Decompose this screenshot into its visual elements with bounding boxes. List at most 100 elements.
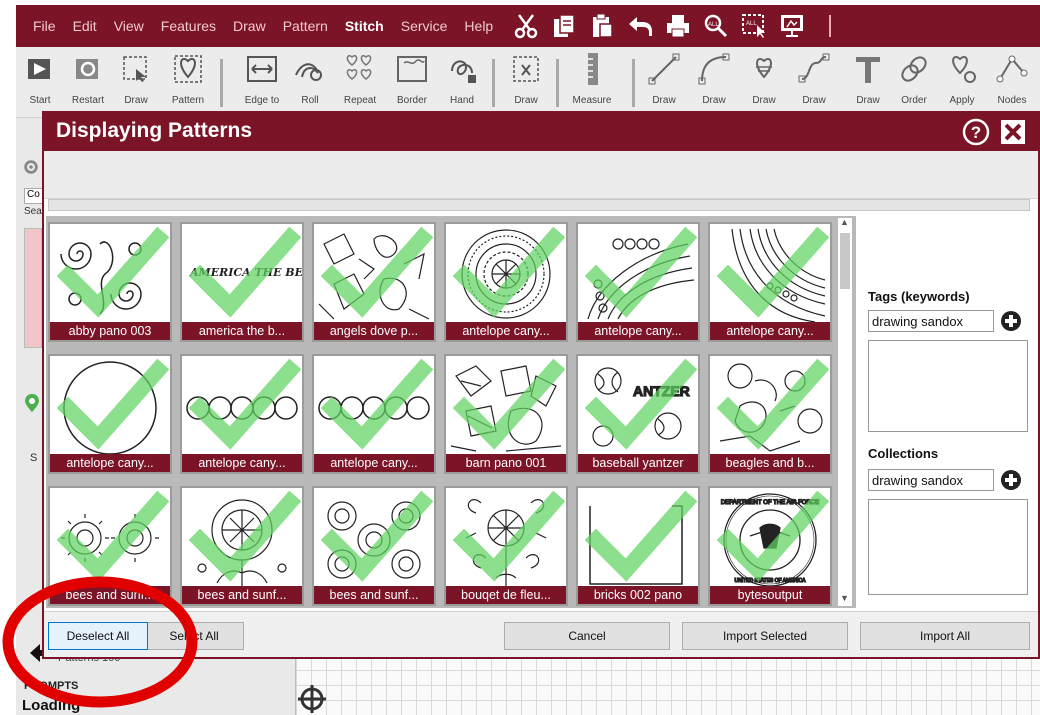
menu-item-pattern[interactable]: Pattern bbox=[283, 18, 328, 34]
pattern-tile[interactable]: antelope cany... bbox=[312, 354, 436, 474]
pattern-tile[interactable]: antelope cany... bbox=[444, 222, 568, 342]
pattern-tile-label: antelope cany... bbox=[50, 454, 170, 472]
pattern-tile[interactable]: AMERICA THE BEAUTIFUL america the b... bbox=[180, 222, 304, 342]
pattern-tile-label: angels dove p... bbox=[314, 322, 434, 340]
help-icon[interactable]: ? bbox=[962, 118, 990, 146]
crosshair-icon bbox=[298, 685, 326, 713]
copy-icon[interactable] bbox=[545, 10, 583, 42]
scroll-up-arrow-icon[interactable]: ▲ bbox=[840, 217, 849, 227]
toolbar-button-restart[interactable]: Restart bbox=[64, 51, 112, 117]
pattern-thumbnail: AMERICA THE BEAUTIFUL bbox=[188, 226, 302, 318]
toolbar-separator bbox=[492, 59, 495, 107]
toolbar-button-repeat[interactable]: Repeat bbox=[336, 51, 384, 117]
toolbar-button-label: Apply bbox=[949, 95, 975, 106]
menu-item-edit[interactable]: Edit bbox=[73, 18, 97, 34]
toolbar-button-draw-region[interactable]: Draw bbox=[112, 51, 160, 117]
add-tag-icon[interactable] bbox=[1000, 310, 1022, 332]
pattern-tile[interactable]: bricks 002 pano bbox=[576, 486, 700, 606]
design-canvas[interactable] bbox=[296, 655, 1040, 715]
toolbar-button-start[interactable]: Start bbox=[16, 51, 64, 117]
menu-bar-icons: ALL ALL bbox=[507, 10, 849, 42]
toolbar-button-label: Nodes bbox=[997, 95, 1027, 106]
paste-icon[interactable] bbox=[583, 10, 621, 42]
pattern-tile[interactable]: antelope cany... bbox=[708, 222, 832, 342]
pattern-tile-label: bricks 002 pano bbox=[578, 586, 698, 604]
selected-checkmark-icon bbox=[320, 226, 434, 318]
menu-item-view[interactable]: View bbox=[114, 18, 144, 34]
menu-item-service[interactable]: Service bbox=[401, 18, 448, 34]
toolbar-button-order[interactable]: Order bbox=[890, 51, 938, 117]
toolbar-button-draw-cut[interactable]: Draw bbox=[502, 51, 550, 117]
zoom-all-icon[interactable]: ALL bbox=[697, 10, 735, 42]
tags-input[interactable] bbox=[868, 310, 994, 332]
pattern-tile-label: bees and sunf... bbox=[314, 586, 434, 604]
red-annotation-circle bbox=[2, 576, 198, 708]
roll-icon bbox=[295, 63, 322, 81]
location-pin-icon bbox=[25, 394, 39, 412]
toolbar-button-label: Pattern bbox=[171, 95, 205, 106]
toolbar-button-apply[interactable]: Apply bbox=[938, 51, 986, 117]
import-all-button[interactable]: Import All bbox=[860, 622, 1030, 650]
pattern-thumbnail bbox=[452, 490, 566, 586]
scroll-down-arrow-icon[interactable]: ▼ bbox=[840, 593, 849, 603]
pattern-thumbnail bbox=[584, 226, 698, 320]
pattern-tile-label: bouqet de fleu... bbox=[446, 586, 566, 604]
toolbar-button-edge-to-edge[interactable]: Edge to bbox=[238, 51, 286, 117]
pattern-thumbnail bbox=[450, 358, 566, 452]
presentation-icon[interactable] bbox=[773, 10, 811, 42]
pattern-grid: abby pano 003 AMERICA THE BEAUTIFUL americ… bbox=[46, 216, 856, 608]
pattern-tile[interactable]: DEPARTMENT OF THE AIR FORCE UNITED STATES… bbox=[708, 486, 832, 606]
toolbar-button-draw-pattern[interactable]: Draw bbox=[740, 51, 788, 117]
print-icon[interactable] bbox=[659, 10, 697, 42]
toolbar-button-hand[interactable]: Hand bbox=[438, 51, 486, 117]
cancel-button[interactable]: Cancel bbox=[504, 622, 670, 650]
select-all-icon[interactable]: ALL bbox=[735, 10, 773, 42]
svg-text:ALL: ALL bbox=[708, 22, 719, 28]
pattern-tile[interactable]: antelope cany... bbox=[48, 354, 172, 474]
pattern-tile[interactable]: barn pano 001 bbox=[444, 354, 568, 474]
draw-cut-icon bbox=[513, 56, 539, 82]
border-icon bbox=[397, 56, 427, 82]
restart-icon bbox=[76, 59, 98, 79]
undo-icon[interactable] bbox=[621, 10, 659, 42]
pattern-tile[interactable]: bees and sunf... bbox=[312, 486, 436, 606]
toolbar-button-border[interactable]: Border bbox=[388, 51, 436, 117]
toolbar-button-draw-text[interactable]: Draw bbox=[844, 51, 892, 117]
pattern-tile[interactable]: ANTZER baseball yantzer bbox=[576, 354, 700, 474]
menu-item-stitch[interactable]: Stitch bbox=[345, 18, 384, 34]
start-icon bbox=[28, 59, 50, 79]
pattern-thumbnail bbox=[56, 226, 170, 318]
toolbar-separator bbox=[556, 59, 559, 107]
toolbar-button-nodes[interactable]: Nodes bbox=[988, 51, 1036, 117]
cut-icon[interactable] bbox=[507, 10, 545, 42]
collections-list[interactable] bbox=[868, 499, 1028, 595]
menu-item-help[interactable]: Help bbox=[464, 18, 493, 34]
import-selected-button[interactable]: Import Selected bbox=[682, 622, 848, 650]
collections-input[interactable] bbox=[868, 469, 994, 491]
pattern-tile[interactable]: bouqet de fleu... bbox=[444, 486, 568, 606]
menu-item-features[interactable]: Features bbox=[161, 18, 216, 34]
measure-icon bbox=[588, 53, 598, 85]
toolbar-separator bbox=[220, 59, 223, 107]
pattern-tile[interactable]: abby pano 003 bbox=[48, 222, 172, 342]
add-collection-icon[interactable] bbox=[1000, 469, 1022, 491]
toolbar-button-draw-curve[interactable]: Draw bbox=[790, 51, 838, 117]
toolbar-button-draw-arc[interactable]: Draw bbox=[690, 51, 738, 117]
pattern-tile[interactable]: antelope cany... bbox=[180, 354, 304, 474]
toolbar-button-label: Order bbox=[901, 95, 927, 106]
pattern-tile[interactable]: beagles and b... bbox=[708, 354, 832, 474]
toolbar-button-measure[interactable]: Measure bbox=[568, 51, 616, 117]
gear-icon[interactable] bbox=[22, 158, 40, 176]
pattern-thumbnail bbox=[452, 226, 566, 319]
left-panel-tab[interactable] bbox=[24, 228, 42, 348]
tags-list[interactable] bbox=[868, 340, 1028, 432]
menu-item-draw[interactable]: Draw bbox=[233, 18, 266, 34]
pattern-tile[interactable]: angels dove p... bbox=[312, 222, 436, 342]
toolbar-button-draw-line[interactable]: Draw bbox=[640, 51, 688, 117]
toolbar-button-roll[interactable]: Roll bbox=[286, 51, 334, 117]
toolbar-button-pattern[interactable]: Pattern bbox=[164, 51, 212, 117]
close-icon[interactable] bbox=[1000, 119, 1026, 145]
scrollbar-thumb[interactable] bbox=[840, 233, 850, 289]
menu-item-file[interactable]: File bbox=[33, 18, 56, 34]
pattern-tile[interactable]: antelope cany... bbox=[576, 222, 700, 342]
